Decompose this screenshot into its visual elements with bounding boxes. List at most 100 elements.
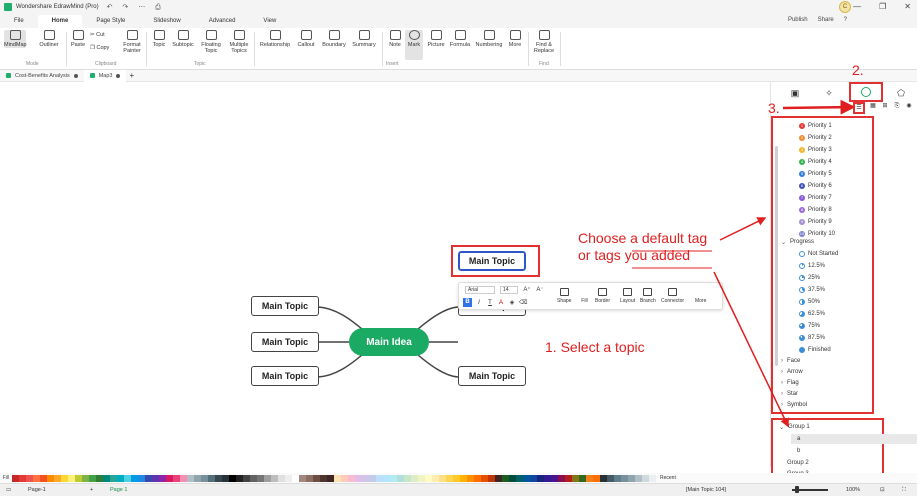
color-swatch[interactable] (481, 474, 488, 482)
color-swatch[interactable] (341, 474, 348, 482)
bold-button[interactable]: B (463, 298, 472, 307)
priority-tag-9[interactable]: 9 Priority 9 (799, 217, 832, 227)
tab-slideshow[interactable]: Slideshow (139, 15, 194, 28)
picture-button[interactable]: Picture (425, 30, 447, 48)
shrink-font-button[interactable]: A⁻ (536, 286, 544, 294)
new-tab-button[interactable]: + (129, 71, 134, 80)
tab-advanced[interactable]: Advanced (195, 15, 250, 28)
color-swatch[interactable] (110, 474, 117, 482)
multiple-topics-button[interactable]: Multiple Topics (226, 30, 252, 54)
quick-access-toolbar[interactable]: ↶ ↷ ⋯ ⎙ (107, 3, 165, 12)
mindmap-canvas[interactable]: Main Topic Main Topic Main Topic Main Id… (0, 82, 770, 467)
fullscreen-icon[interactable]: ⛶ (902, 487, 906, 494)
doc-tab-cost-benefits[interactable]: Cost-Benefits Analysis (0, 70, 84, 82)
color-swatch[interactable] (600, 474, 607, 482)
fill-tool[interactable]: Fill (580, 288, 589, 304)
color-swatch[interactable] (432, 474, 439, 482)
color-swatch[interactable] (488, 474, 495, 482)
group-2-header[interactable]: Group 2 (787, 458, 809, 468)
section-star[interactable]: › Star (781, 389, 798, 399)
theme-panel-icon[interactable]: ⬠ (895, 87, 907, 99)
paste-button[interactable]: Paste (69, 30, 87, 48)
color-swatch[interactable] (47, 474, 54, 482)
format-panel-icon[interactable]: ▣ (789, 87, 801, 99)
doc-tab-map3[interactable]: Map3 (83, 69, 127, 82)
color-swatch[interactable] (348, 474, 355, 482)
color-swatch[interactable] (418, 474, 425, 482)
mark-panel-button[interactable] (849, 82, 883, 102)
relationship-button[interactable]: Relationship (258, 30, 292, 48)
subtopic-button[interactable]: Subtopic (170, 30, 196, 48)
color-swatch[interactable] (446, 474, 453, 482)
tab-home[interactable]: Home (37, 15, 83, 28)
color-swatch[interactable] (12, 474, 19, 482)
more-button[interactable]: More (506, 30, 524, 48)
border-tool[interactable]: Border (595, 288, 610, 304)
color-swatch[interactable] (635, 474, 642, 482)
minimize-icon[interactable]: — (853, 2, 861, 11)
color-swatch[interactable] (530, 474, 537, 482)
preview-icon[interactable]: ◉ (905, 102, 913, 110)
color-swatch[interactable] (425, 474, 432, 482)
priority-tag-3[interactable]: 3 Priority 3 (799, 145, 832, 155)
color-swatch[interactable] (33, 474, 40, 482)
page-tab[interactable]: Page 1 (110, 487, 127, 493)
color-swatch[interactable] (96, 474, 103, 482)
color-swatch[interactable] (292, 474, 299, 482)
color-swatch[interactable] (355, 474, 362, 482)
zoom-slider-knob[interactable] (795, 486, 799, 493)
color-swatch[interactable] (194, 474, 201, 482)
main-topic-right-3[interactable]: Main Topic (458, 366, 526, 386)
color-swatch[interactable] (614, 474, 621, 482)
progress-tag-1[interactable]: 12.5% (799, 261, 825, 271)
color-swatch[interactable] (467, 474, 474, 482)
color-swatch[interactable] (229, 474, 236, 482)
color-swatch[interactable] (222, 474, 229, 482)
main-topic-left-3[interactable]: Main Topic (251, 366, 319, 386)
color-swatch[interactable] (159, 474, 166, 482)
color-swatch[interactable] (313, 474, 320, 482)
grid-view-icon[interactable]: ▦ (869, 102, 877, 110)
color-swatch[interactable] (201, 474, 208, 482)
color-swatch[interactable] (61, 474, 68, 482)
color-swatch[interactable] (453, 474, 460, 482)
tab-file[interactable]: File (0, 15, 38, 28)
underline-button[interactable]: T (486, 299, 494, 307)
priority-tag-6[interactable]: 6 Priority 6 (799, 181, 832, 191)
publish-button[interactable]: Publish (788, 17, 808, 23)
main-topic-left-2[interactable]: Main Topic (251, 332, 319, 352)
priority-tag-5[interactable]: 5 Priority 5 (799, 169, 832, 179)
mindmap-button[interactable]: MindMap (4, 30, 27, 48)
tab-view[interactable]: View (249, 15, 290, 28)
progress-tag-8[interactable]: Finished (799, 345, 831, 355)
priority-tag-7[interactable]: 7 Priority 7 (799, 193, 832, 203)
color-swatch[interactable] (404, 474, 411, 482)
outliner-button[interactable]: Outliner (36, 30, 62, 48)
color-swatch[interactable] (460, 474, 467, 482)
font-size-select[interactable]: 14 (500, 286, 518, 294)
color-swatch[interactable] (586, 474, 593, 482)
color-swatch[interactable] (82, 474, 89, 482)
group-1-header[interactable]: ⌄ Group 1 (779, 422, 810, 432)
color-swatch[interactable] (243, 474, 250, 482)
color-swatch[interactable] (551, 474, 558, 482)
progress-tag-7[interactable]: 87.5% (799, 333, 825, 343)
export-mark-icon[interactable]: ⎘ (893, 102, 901, 110)
floating-topic-button[interactable]: Floating Topic (198, 30, 224, 54)
find-replace-button[interactable]: Find & Replace (531, 30, 557, 54)
add-mark-icon[interactable]: ⊞ (881, 102, 889, 110)
section-arrow[interactable]: › Arrow (781, 367, 803, 377)
group-1-tag-b[interactable]: b (797, 446, 800, 456)
color-swatch[interactable] (208, 474, 215, 482)
color-swatch[interactable] (306, 474, 313, 482)
color-swatch[interactable] (411, 474, 418, 482)
priority-tag-4[interactable]: 4 Priority 4 (799, 157, 832, 167)
fit-page-icon[interactable]: ⊡ (880, 487, 885, 493)
color-swatch[interactable] (180, 474, 187, 482)
zoom-level[interactable]: 100% (846, 487, 860, 493)
color-swatch[interactable] (271, 474, 278, 482)
topic-button[interactable]: Topic (150, 30, 168, 48)
help-button[interactable]: ? (844, 17, 847, 23)
color-swatch[interactable] (89, 474, 96, 482)
group-1-tag-a[interactable]: a (797, 434, 800, 444)
